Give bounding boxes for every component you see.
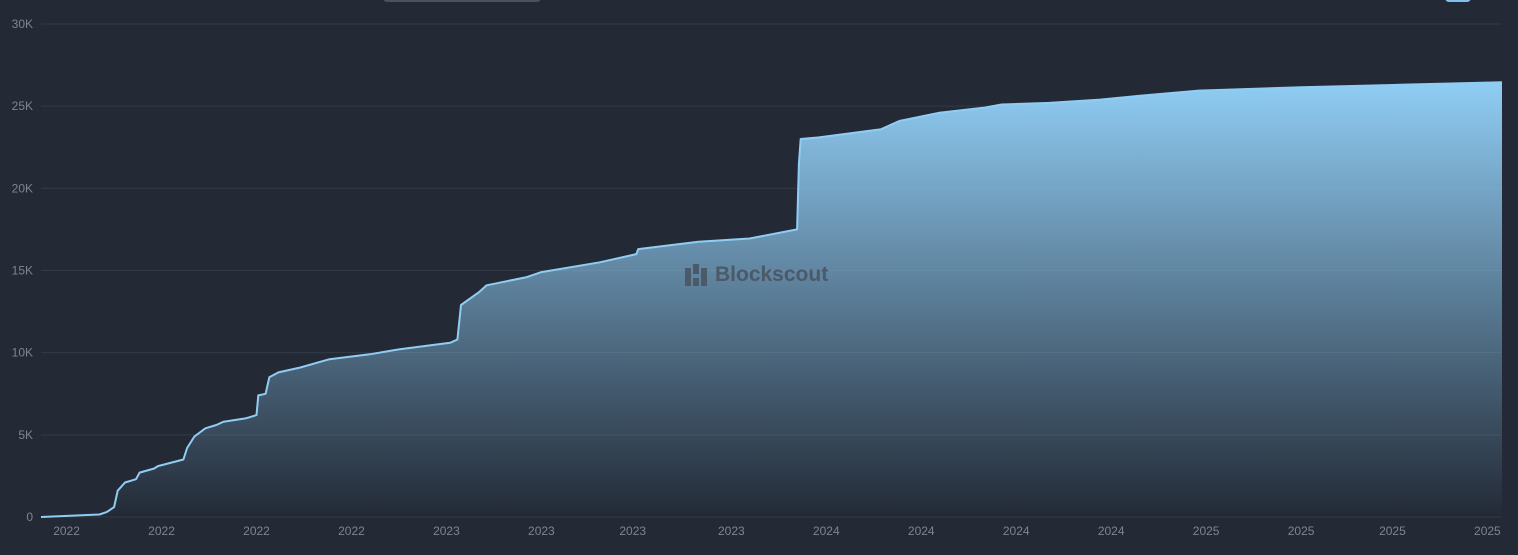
y-tick-label: 25K (12, 99, 33, 113)
x-axis: 2022 2022 2022 2022 2023 2023 2023 2023 2024 2024… (53, 524, 1501, 538)
series-area (41, 82, 1502, 518)
y-tick-label: 30K (12, 17, 33, 31)
y-tick-label: 5K (18, 428, 33, 442)
x-tick-label: 2024 (1003, 524, 1030, 538)
x-tick-label: 2025 (1193, 524, 1220, 538)
x-tick-label: 2023 (433, 524, 460, 538)
x-tick-label: 2022 (243, 524, 270, 538)
x-tick-label: 2024 (1098, 524, 1125, 538)
x-tick-label: 2025 (1379, 524, 1406, 538)
blockscout-watermark: Blockscout (683, 262, 828, 288)
x-tick-label: 2023 (528, 524, 555, 538)
x-tick-label: 2024 (813, 524, 840, 538)
y-tick-label: 15K (12, 264, 33, 278)
x-tick-label: 2025 (1474, 524, 1501, 538)
y-axis: 0 5K 10K 15K 20K 25K 30K (12, 17, 34, 524)
x-tick-label: 2022 (148, 524, 175, 538)
blockscout-logo-icon (685, 264, 707, 286)
y-tick-label: 20K (12, 181, 33, 195)
watermark-text: Blockscout (715, 263, 829, 286)
x-tick-label: 2023 (718, 524, 745, 538)
x-tick-label: 2025 (1288, 524, 1315, 538)
x-tick-label: 2024 (908, 524, 935, 538)
x-tick-label: 2022 (338, 524, 365, 538)
x-tick-label: 2023 (619, 524, 646, 538)
y-tick-label: 10K (12, 346, 33, 360)
x-tick-label: 2022 (53, 524, 80, 538)
y-tick-label: 0 (26, 510, 33, 524)
